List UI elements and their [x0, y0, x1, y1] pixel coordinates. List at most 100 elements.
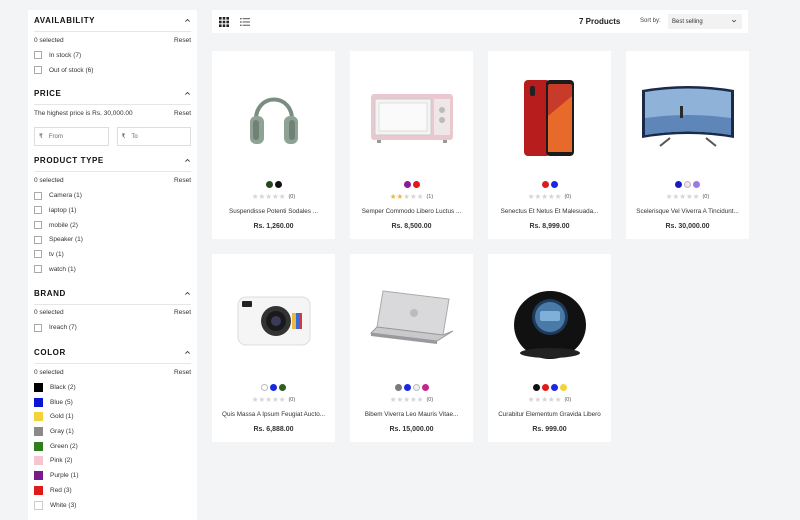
- color-reset-link[interactable]: Reset: [174, 369, 191, 376]
- product-image[interactable]: [350, 262, 473, 380]
- color-swatch[interactable]: [34, 383, 43, 393]
- filter-option-color[interactable]: Gray (1): [34, 424, 191, 439]
- color-swatch[interactable]: [684, 181, 691, 188]
- product-card[interactable]: ★ ★ ★ ★ ★ (0) Suspendisse Potenti Sodales ... R…: [212, 51, 335, 239]
- color-swatch[interactable]: [559, 384, 567, 391]
- color-swatch[interactable]: [274, 181, 282, 188]
- product-image[interactable]: [626, 59, 749, 177]
- product-image[interactable]: [350, 59, 473, 177]
- star-icon: ★: [278, 395, 286, 404]
- product-card[interactable]: ★ ★ ★ ★ ★ (0) Senectus Et Netus Et Malesuada..…: [488, 51, 611, 239]
- option-label: In stock (7): [49, 51, 82, 59]
- filter-option-laptop[interactable]: laptop (1): [34, 203, 191, 218]
- color-swatch[interactable]: [270, 384, 277, 391]
- product-image[interactable]: [488, 262, 611, 380]
- checkbox[interactable]: [34, 250, 42, 259]
- chevron-up-icon[interactable]: [184, 157, 191, 164]
- color-swatch[interactable]: [532, 384, 540, 391]
- filter-option-in-stock[interactable]: In stock (7): [34, 48, 191, 63]
- color-swatch[interactable]: [550, 384, 558, 391]
- color-swatch[interactable]: [550, 181, 558, 188]
- price-header[interactable]: PRICE: [34, 83, 191, 106]
- filter-option-color[interactable]: Purple (1): [34, 468, 191, 483]
- chevron-up-icon[interactable]: [184, 17, 191, 24]
- color-swatch[interactable]: [34, 456, 43, 466]
- color-swatch[interactable]: [394, 384, 402, 391]
- product-image[interactable]: [212, 262, 335, 380]
- checkbox[interactable]: [34, 66, 42, 75]
- checkbox[interactable]: [34, 221, 42, 230]
- filter-option-camera[interactable]: Camera (1): [34, 188, 191, 203]
- brand-header[interactable]: BRAND: [34, 283, 191, 305]
- product-image[interactable]: [488, 59, 611, 177]
- filter-option-color[interactable]: Black (2): [34, 380, 191, 395]
- list-view-icon[interactable]: [240, 17, 250, 27]
- filter-option-color[interactable]: Pink (2): [34, 454, 191, 469]
- chevron-up-icon[interactable]: [184, 349, 191, 356]
- color-swatch[interactable]: [34, 412, 43, 422]
- color-swatch[interactable]: [34, 397, 43, 407]
- color-swatch[interactable]: [34, 427, 43, 437]
- filter-option-color[interactable]: White (3): [34, 498, 191, 513]
- color-swatch[interactable]: [34, 441, 43, 451]
- color-swatch[interactable]: [412, 181, 420, 188]
- filter-option-tv[interactable]: tv (1): [34, 247, 191, 262]
- filter-option-speaker[interactable]: Speaker (1): [34, 232, 191, 247]
- checkbox[interactable]: [34, 191, 42, 200]
- product-card[interactable]: ★ ★ ★ ★ ★ (0) Bibem Viverra Leo Mauris Vitae..…: [350, 254, 473, 442]
- checkbox[interactable]: [34, 323, 42, 332]
- color-swatch[interactable]: [421, 384, 429, 391]
- color-swatch[interactable]: [261, 384, 268, 391]
- product-name[interactable]: Scelerisque Vel Viverra A Tincidunt...: [630, 208, 745, 215]
- price-to-input[interactable]: ₹ To: [116, 127, 191, 147]
- color-swatch[interactable]: [265, 181, 273, 188]
- brand-reset-link[interactable]: Reset: [174, 309, 191, 316]
- availability-header[interactable]: AVAILABILITY: [34, 10, 191, 32]
- color-header[interactable]: COLOR: [34, 342, 191, 365]
- product-name[interactable]: Quis Massa A Ipsum Feugiat Aucto...: [216, 411, 331, 418]
- checkbox[interactable]: [34, 265, 42, 274]
- color-swatch[interactable]: [279, 384, 286, 391]
- color-swatch[interactable]: [693, 181, 700, 188]
- color-swatch[interactable]: [403, 181, 411, 188]
- filter-option-watch[interactable]: watch (1): [34, 262, 191, 277]
- chevron-up-icon[interactable]: [184, 290, 191, 297]
- filter-option-out-of-stock[interactable]: Out of stock (6): [34, 63, 191, 78]
- option-label: laptop (1): [49, 206, 77, 214]
- color-swatch[interactable]: [34, 471, 43, 481]
- product-name[interactable]: Suspendisse Potenti Sodales ...: [216, 208, 331, 215]
- color-swatch[interactable]: [675, 181, 682, 188]
- checkbox[interactable]: [34, 206, 42, 215]
- product-card[interactable]: ★ ★ ★ ★ ★ (1) Semper Commodo Libero Luctus ...…: [350, 51, 473, 239]
- availability-reset-link[interactable]: Reset: [174, 37, 191, 44]
- color-swatch[interactable]: [34, 485, 43, 495]
- product-image[interactable]: [212, 59, 335, 177]
- color-swatch[interactable]: [541, 181, 549, 188]
- filter-option-ireach[interactable]: Ireach (7): [34, 321, 191, 336]
- color-swatch[interactable]: [34, 500, 43, 510]
- filter-option-mobile[interactable]: mobile (2): [34, 218, 191, 233]
- product-card[interactable]: ★ ★ ★ ★ ★ (0) Scelerisque Vel Viverra A Tincid…: [626, 51, 749, 239]
- product-card[interactable]: ★ ★ ★ ★ ★ (0) Curabitur Elementum Gravida Libe…: [488, 254, 611, 442]
- product-type-header[interactable]: PRODUCT TYPE: [34, 150, 191, 173]
- checkbox[interactable]: [34, 235, 42, 244]
- product-name[interactable]: Senectus Et Netus Et Malesuada...: [492, 208, 607, 215]
- filter-option-color[interactable]: Red (3): [34, 483, 191, 498]
- sort-select[interactable]: Best selling: [668, 14, 742, 29]
- chevron-up-icon[interactable]: [184, 90, 191, 97]
- product-name[interactable]: Curabitur Elementum Gravida Libero: [492, 411, 607, 418]
- color-swatch[interactable]: [403, 384, 411, 391]
- price-from-input[interactable]: ₹ From: [34, 127, 109, 147]
- checkbox[interactable]: [34, 51, 42, 60]
- filter-option-color[interactable]: Blue (5): [34, 395, 191, 410]
- product-card[interactable]: ★ ★ ★ ★ ★ (0) Quis Massa A Ipsum Feugiat Aucto…: [212, 254, 335, 442]
- product-name[interactable]: Bibem Viverra Leo Mauris Vitae...: [354, 411, 469, 418]
- filter-option-color[interactable]: Green (2): [34, 439, 191, 454]
- price-reset-link[interactable]: Reset: [174, 110, 191, 117]
- product-name[interactable]: Semper Commodo Libero Luctus ...: [354, 208, 469, 215]
- color-swatch[interactable]: [541, 384, 549, 391]
- filter-option-color[interactable]: Gold (1): [34, 410, 191, 425]
- grid-view-icon[interactable]: [219, 17, 229, 27]
- product-type-reset-link[interactable]: Reset: [174, 177, 191, 184]
- color-swatch[interactable]: [412, 384, 420, 391]
